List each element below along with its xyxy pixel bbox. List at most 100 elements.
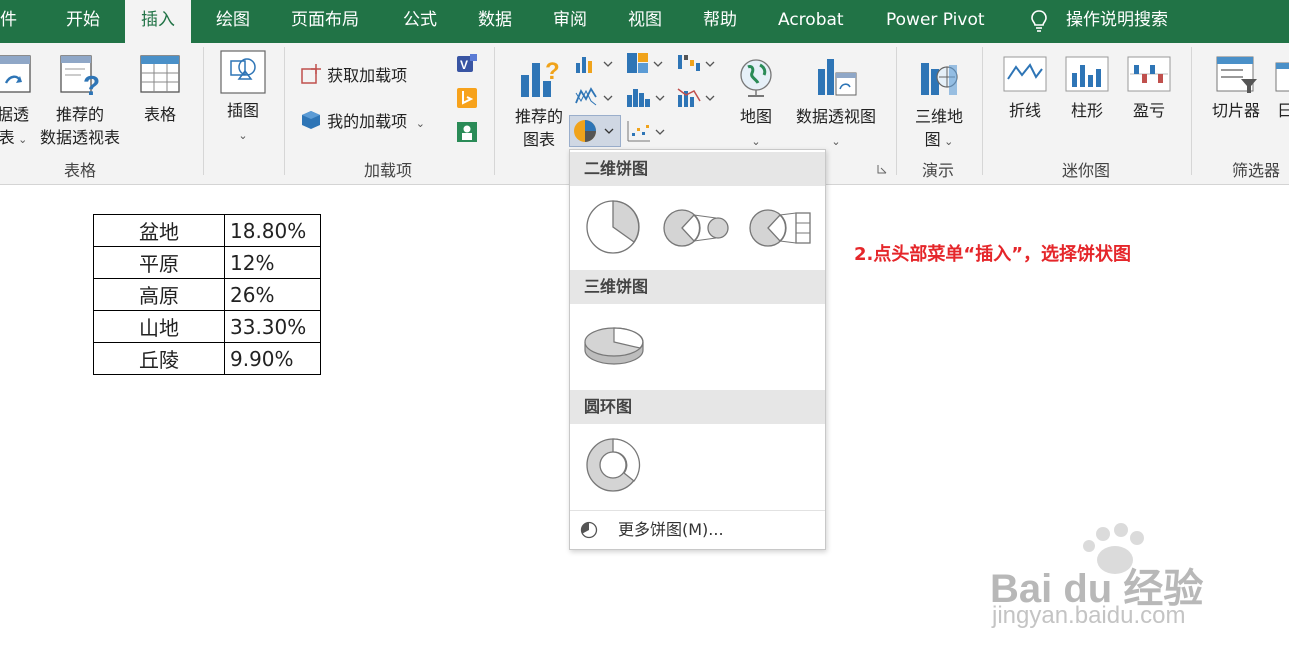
recommended-pivot-button[interactable]: ? 推荐的 数据透视表	[34, 53, 126, 149]
tab-formulas[interactable]: 公式	[403, 0, 437, 43]
pivot-chart-label: 数据透视图	[795, 107, 876, 126]
table-cell-value[interactable]: 18.80%	[224, 214, 321, 247]
tab-home[interactable]: 开始	[66, 0, 100, 43]
table-cell-value[interactable]: 26%	[224, 278, 321, 311]
recommended-charts-line1: 推荐的	[514, 107, 563, 126]
table-cell-name[interactable]: 山地	[93, 310, 225, 343]
sparkline-line-label: 折线	[1008, 101, 1041, 120]
sparkline-line-button[interactable]: 折线	[1000, 55, 1050, 122]
timeline-button[interactable]: 日	[1270, 55, 1289, 122]
table-cell-name[interactable]: 高原	[93, 278, 225, 311]
tab-help[interactable]: 帮助	[703, 0, 737, 43]
table-cell-value[interactable]: 12%	[224, 246, 321, 279]
table-cell-name[interactable]: 丘陵	[93, 342, 225, 375]
sparkline-column-label: 柱形	[1070, 101, 1103, 120]
lightbulb-icon[interactable]	[1030, 9, 1048, 33]
visio-icon[interactable]: V	[456, 53, 478, 75]
sparkline-line-icon	[1003, 56, 1047, 92]
3d-map-button[interactable]: 三维地 图 ⌄	[908, 55, 970, 153]
tab-draw[interactable]: 绘图	[216, 0, 250, 43]
watermark-url: jingyan.baidu.com	[992, 602, 1186, 629]
pivot-line2: 表	[0, 128, 15, 147]
section-header-doughnut: 圆环图	[570, 390, 825, 424]
sparkline-winloss-icon	[1127, 56, 1171, 92]
tab-insert[interactable]: 插入	[125, 0, 191, 43]
section-header-3d-pie: 三维饼图	[570, 270, 825, 304]
pivot-table-button[interactable]: 据透 表 ⌄	[0, 53, 38, 151]
waterfall-chart-icon[interactable]	[676, 51, 718, 75]
pivot-chart-button[interactable]: 数据透视图 ⌄	[790, 55, 882, 153]
recommended-pivot-icon: ?	[60, 55, 100, 99]
pie-chart-icon	[574, 120, 614, 142]
timeline-label: 日	[1276, 101, 1289, 120]
my-addins-button[interactable]: 我的加载项 ⌄	[300, 109, 425, 135]
get-addins-icon	[301, 64, 321, 84]
tab-view[interactable]: 视图	[628, 0, 662, 43]
dialog-launcher-icon[interactable]	[876, 163, 888, 175]
group-label-sparklines: 迷你图	[1061, 161, 1110, 180]
hierarchy-chart-icon[interactable]	[626, 51, 668, 75]
pivot-chart-icon	[818, 59, 857, 96]
timeline-icon	[1275, 62, 1289, 92]
group-separator	[203, 47, 204, 175]
table-cell-name[interactable]: 盆地	[93, 214, 225, 247]
pie-2d-icon[interactable]	[584, 198, 642, 256]
sparkline-winloss-label: 盈亏	[1132, 101, 1165, 120]
more-pie-charts-label: 更多饼图(M)...	[618, 520, 724, 539]
pie-chart-button-active[interactable]	[569, 115, 621, 147]
doughnut-icon[interactable]	[584, 436, 642, 494]
sparkline-winloss-button[interactable]: 盈亏	[1124, 55, 1174, 122]
column-chart-icon[interactable]	[574, 53, 616, 75]
people-graph-icon[interactable]	[456, 121, 478, 143]
scatter-chart-icon[interactable]	[626, 119, 668, 143]
3d-map-line2: 图	[924, 130, 941, 149]
table-cell-value[interactable]: 33.30%	[224, 310, 321, 343]
line-chart-icon[interactable]	[574, 85, 616, 109]
bing-maps-icon[interactable]	[456, 87, 478, 109]
tab-review[interactable]: 审阅	[553, 0, 587, 43]
illustrations-button[interactable]: 插图 ⌄	[216, 49, 270, 147]
chevron-down-icon: ⌄	[751, 135, 761, 148]
maps-button[interactable]: 地图 ⌄	[734, 55, 778, 153]
illustrations-label: 插图	[226, 101, 259, 120]
tell-me-search[interactable]: 操作说明搜索	[1066, 0, 1168, 43]
table-row: 盆地 18.80%	[93, 214, 321, 247]
table-row: 山地 33.30%	[93, 310, 321, 343]
my-addins-icon	[302, 111, 320, 129]
tab-page-layout[interactable]: 页面布局	[291, 0, 359, 43]
pie-small-icon	[580, 521, 598, 539]
svg-text:?: ?	[545, 58, 560, 85]
pie-3d-icon[interactable]	[582, 320, 646, 370]
tab-power-pivot[interactable]: Power Pivot	[886, 0, 985, 43]
group-label-tables: 表格	[63, 161, 96, 180]
tab-acrobat[interactable]: Acrobat	[778, 0, 844, 43]
table-icon	[140, 55, 180, 93]
table-button[interactable]: 表格	[134, 53, 186, 126]
combo-chart-icon[interactable]	[676, 85, 718, 109]
tab-data[interactable]: 数据	[478, 0, 512, 43]
ribbon-tab-bar: 件 开始 插入 绘图 页面布局 公式 数据 审阅 视图 帮助 Acrobat P…	[0, 0, 1289, 43]
3d-map-icon	[921, 63, 958, 95]
globe-icon	[740, 59, 772, 97]
get-addins-button[interactable]: 获取加载项	[300, 63, 407, 87]
pie-chart-dropdown: 二维饼图 三维饼图 圆环图 更多饼图(M)...	[569, 149, 826, 550]
table-label: 表格	[143, 105, 176, 124]
3d-map-line1: 三维地	[914, 107, 963, 126]
statistic-chart-icon[interactable]	[626, 85, 668, 109]
slicer-label: 切片器	[1211, 101, 1260, 120]
slicer-button[interactable]: 切片器	[1206, 55, 1266, 122]
group-separator	[1191, 47, 1192, 175]
chevron-down-icon: ⌄	[412, 117, 425, 130]
tab-file[interactable]: 件	[0, 0, 17, 43]
more-pie-charts-item[interactable]: 更多饼图(M)...	[570, 510, 825, 549]
sparkline-column-button[interactable]: 柱形	[1062, 55, 1112, 122]
recommended-charts-button[interactable]: ? 推荐的 图表	[508, 55, 570, 151]
bar-of-pie-icon[interactable]	[748, 206, 816, 250]
chevron-down-icon: ⌄	[14, 133, 28, 146]
chevron-down-icon: ⌄	[238, 129, 248, 142]
table-cell-name[interactable]: 平原	[93, 246, 225, 279]
table-cell-value[interactable]: 9.90%	[224, 342, 321, 375]
pie-of-pie-icon[interactable]	[662, 206, 730, 250]
slicer-icon	[1216, 56, 1257, 93]
recommended-charts-icon: ?	[521, 58, 560, 97]
